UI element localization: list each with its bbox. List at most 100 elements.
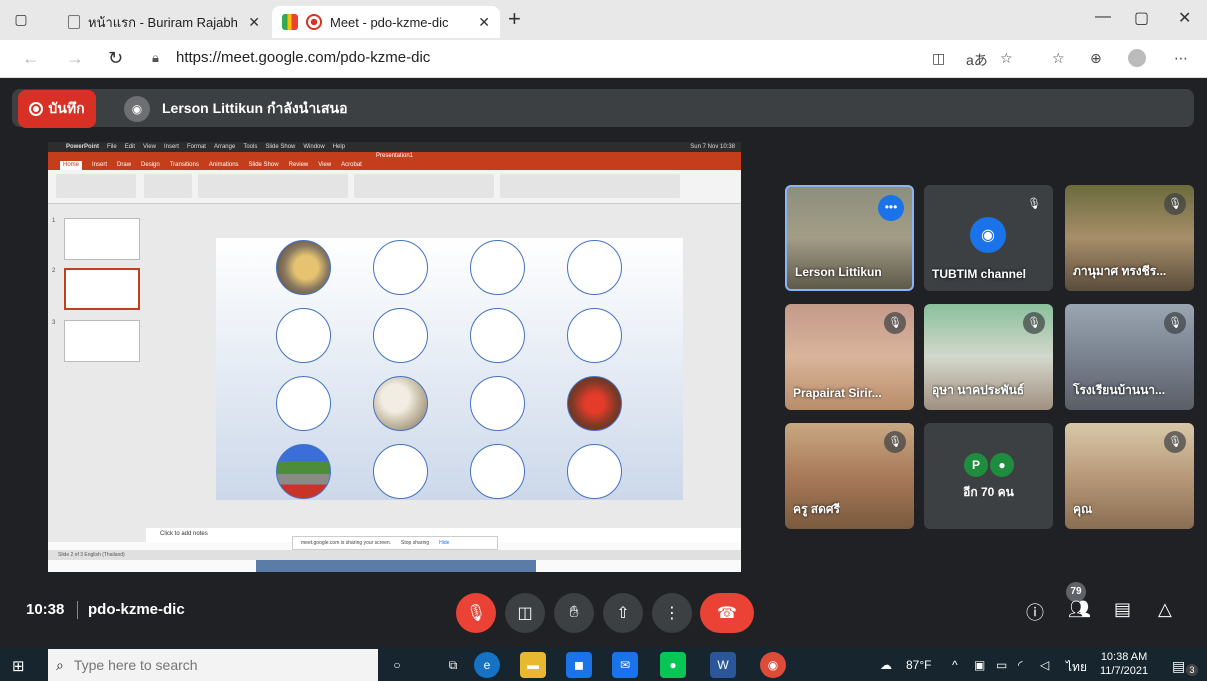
mic-off-icon: 🎙︎: [465, 605, 487, 622]
refresh-icon[interactable]: ↻: [108, 48, 123, 69]
circle-shape[interactable]: [470, 376, 525, 431]
taskbar-search[interactable]: ⌕: [48, 649, 378, 681]
leave-call-button[interactable]: ☎︎: [700, 593, 754, 633]
tab-close-icon[interactable]: ✕: [478, 14, 490, 31]
volume-icon[interactable]: ◁: [1040, 658, 1049, 672]
circle-shape[interactable]: [373, 444, 428, 499]
recording-button[interactable]: บันทึก: [18, 90, 96, 128]
show-hidden-icons[interactable]: ^: [952, 658, 958, 672]
ribbon-tab: View: [318, 162, 332, 168]
notifications-icon[interactable]: ▤: [1172, 658, 1185, 675]
slide-thumb-2[interactable]: [64, 268, 140, 310]
circle-shape[interactable]: [470, 308, 525, 363]
meeting-details-icon[interactable]: ⓘ: [1026, 599, 1044, 625]
circle-shape[interactable]: [373, 308, 428, 363]
participant-tile[interactable]: 🎙︎ อุษา นาคประพันธ์: [924, 304, 1053, 410]
ribbon-paragraph-group: [354, 174, 494, 198]
tab-actions-icon[interactable]: ▢: [12, 10, 30, 28]
participant-tile[interactable]: ••• Lerson Littikun: [785, 185, 914, 291]
cortana-icon[interactable]: ○: [384, 652, 410, 678]
people-icon[interactable]: 👥︎: [1068, 599, 1091, 620]
circle-shape[interactable]: [470, 240, 525, 295]
favorites-list-icon[interactable]: ☆: [1052, 50, 1065, 67]
favorite-icon[interactable]: ☆: [1000, 50, 1013, 67]
language-indicator[interactable]: ไทย: [1066, 658, 1087, 677]
circle-image-food[interactable]: [276, 240, 331, 295]
battery-icon[interactable]: ▭: [996, 658, 1007, 672]
more-menu-icon[interactable]: ⋯: [1174, 50, 1188, 67]
weather-temp[interactable]: 87°F: [906, 658, 931, 672]
circle-shape[interactable]: [373, 240, 428, 295]
stop-sharing-button[interactable]: Stop sharing: [401, 540, 429, 546]
line-icon[interactable]: ●: [660, 652, 686, 678]
circle-shape[interactable]: [276, 376, 331, 431]
collections-icon[interactable]: ⊕: [1090, 50, 1102, 67]
circle-shape[interactable]: [567, 444, 622, 499]
participant-name: ครู สดศรี: [793, 502, 840, 516]
circle-shape[interactable]: [567, 308, 622, 363]
ribbon-tab: Transitions: [169, 162, 199, 168]
word-icon[interactable]: W: [710, 652, 736, 678]
search-input[interactable]: [73, 657, 354, 673]
tab-meet[interactable]: Meet - pdo-kzme-dic ✕: [272, 6, 500, 38]
maximize-button[interactable]: ▢: [1134, 8, 1149, 28]
notification-count: 3: [1186, 664, 1198, 676]
circle-image-road[interactable]: [276, 444, 331, 499]
read-aloud-icon[interactable]: aあ: [966, 50, 988, 70]
close-window-button[interactable]: ✕: [1178, 8, 1191, 28]
back-icon[interactable]: ←: [22, 48, 40, 69]
camera-icon[interactable]: ◫: [932, 50, 945, 67]
forward-icon[interactable]: →: [66, 48, 84, 69]
more-options-icon[interactable]: •••: [878, 195, 904, 221]
participant-tile[interactable]: 🎙︎ ภานุมาศ ทรงชีร...: [1065, 185, 1194, 291]
participant-tile[interactable]: 🎙︎ ◉ TUBTIM channel: [924, 185, 1053, 291]
windows-start-icon[interactable]: ⊞: [12, 657, 25, 675]
circle-shape[interactable]: [470, 444, 525, 499]
tab-close-icon[interactable]: ✕: [248, 14, 260, 31]
others-tile[interactable]: P ● อีก 70 คน: [924, 423, 1053, 529]
tab-buriram[interactable]: หน้าแรก - Buriram Rajabhat Unive ✕: [58, 6, 270, 38]
profile-avatar[interactable]: [1128, 49, 1146, 67]
hide-button[interactable]: Hide: [439, 540, 449, 546]
chat-icon[interactable]: ▤: [1114, 599, 1131, 620]
taskbar-clock[interactable]: 10:38 AM 11/7/2021: [1100, 650, 1148, 678]
participant-name: TUBTIM channel: [932, 267, 1027, 281]
more-options-button[interactable]: ⋮: [652, 593, 692, 633]
lock-icon[interactable]: 🔒︎: [152, 50, 159, 66]
slide-thumb-3[interactable]: [64, 320, 140, 362]
present-button[interactable]: ⇧: [603, 593, 643, 633]
task-view-icon[interactable]: ⧉: [440, 652, 466, 678]
circle-shape[interactable]: [276, 308, 331, 363]
new-tab-button[interactable]: +: [508, 8, 521, 30]
network-icon[interactable]: ▣: [974, 658, 985, 672]
minimize-button[interactable]: —: [1095, 8, 1111, 26]
chrome-icon[interactable]: ◉: [760, 652, 786, 678]
participant-tile[interactable]: 🎙︎ ครู สดศรี: [785, 423, 914, 529]
ppt-title-bar: Presentation1: [48, 152, 741, 161]
circle-image-garlic[interactable]: [373, 376, 428, 431]
activities-icon[interactable]: △: [1158, 599, 1172, 620]
mic-toggle-button[interactable]: 🎙︎: [456, 593, 496, 633]
menu-item: View: [143, 144, 156, 150]
participant-tile[interactable]: 🎙︎ Prapairat Sirir...: [785, 304, 914, 410]
store-icon[interactable]: ◼: [566, 652, 592, 678]
url-field[interactable]: https://meet.google.com/pdo-kzme-dic: [176, 49, 430, 66]
participant-tile-self[interactable]: 🎙︎ คุณ: [1065, 423, 1194, 529]
file-explorer-icon[interactable]: ▬: [520, 652, 546, 678]
circle-shape[interactable]: [567, 240, 622, 295]
mac-dock: [256, 560, 536, 572]
slide-thumb-1[interactable]: [64, 218, 140, 260]
circle-image-tomatoes[interactable]: [567, 376, 622, 431]
edge-icon[interactable]: e: [474, 652, 500, 678]
tab-title: Meet - pdo-kzme-dic: [330, 14, 449, 30]
raise-hand-button[interactable]: ✋︎: [554, 593, 594, 633]
camera-toggle-button[interactable]: ◫: [505, 593, 545, 633]
participant-name: Prapairat Sirir...: [793, 386, 882, 400]
mail-icon[interactable]: ✉: [612, 652, 638, 678]
ribbon-tab: Design: [141, 162, 160, 168]
wifi-icon[interactable]: ◜: [1018, 658, 1023, 672]
weather-icon[interactable]: ☁: [880, 658, 892, 672]
shared-screen: PowerPoint File Edit View Insert Format …: [48, 142, 741, 572]
participant-tile[interactable]: 🎙︎ โรงเรียนบ้านนา...: [1065, 304, 1194, 410]
ribbon-tab: Slide Show: [248, 162, 279, 168]
